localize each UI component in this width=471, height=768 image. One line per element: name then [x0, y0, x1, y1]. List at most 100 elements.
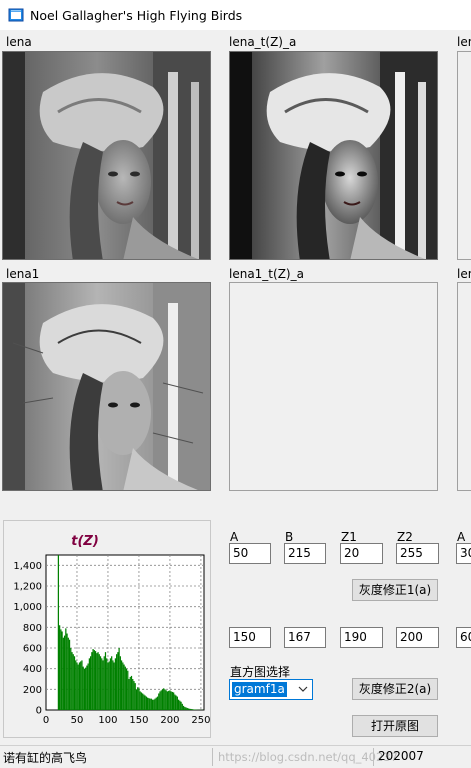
histogram-bar	[119, 656, 121, 710]
histogram-bar	[142, 693, 144, 710]
histogram-bar	[97, 652, 99, 710]
histogram-bar	[125, 668, 128, 710]
open-original-button[interactable]: 打开原图	[352, 715, 438, 737]
label-z1: Z1	[341, 530, 357, 544]
y-tick-label: 1,000	[13, 602, 42, 613]
y-tick-label: 0	[36, 706, 42, 717]
histogram-bar	[120, 660, 123, 710]
y-tick-label: 1,400	[13, 561, 42, 572]
status-watermark: https://blog.csdn.net/qq_40237	[218, 750, 398, 764]
histogram-bar	[63, 635, 66, 710]
lena1-image	[2, 282, 211, 491]
histogram-bar	[190, 708, 192, 710]
histogram-bar	[89, 656, 92, 710]
histogram-bar	[102, 660, 104, 710]
row2-input-5[interactable]: 60	[456, 627, 471, 648]
histogram-bar	[145, 696, 147, 710]
histogram-bar	[59, 625, 61, 710]
histogram-bar	[186, 707, 188, 710]
chevron-down-icon[interactable]	[298, 684, 308, 694]
histogram-bar	[124, 666, 126, 710]
lena1-t-label: lena1_t(Z)_a	[229, 267, 304, 281]
histogram-bar	[174, 694, 176, 710]
histogram-select[interactable]: gramf1a	[229, 679, 313, 700]
histogram-bar	[137, 687, 139, 710]
status-separator	[212, 748, 213, 766]
histogram-bar	[181, 703, 183, 710]
histogram-bar	[80, 661, 82, 710]
histogram-bar	[70, 648, 72, 710]
histogram-bar	[128, 679, 130, 710]
histogram-bar	[171, 691, 174, 710]
row2-input-2[interactable]: 167	[284, 627, 326, 648]
lena-label: lena	[6, 35, 32, 49]
histogram-bar	[111, 656, 113, 710]
histogram-bar	[82, 666, 84, 710]
y-tick-label: 600	[23, 644, 42, 655]
row2-input-4[interactable]: 200	[396, 627, 439, 648]
z1-input[interactable]: 20	[340, 543, 383, 564]
x-tick-label: 0	[43, 715, 49, 726]
histogram-bar	[67, 637, 69, 710]
histogram-bar	[164, 689, 166, 710]
histogram-bar	[103, 656, 105, 710]
right-mid-label: len	[457, 267, 471, 281]
histogram-bar	[169, 690, 171, 710]
histogram-bar	[144, 695, 146, 710]
y-tick-label: 200	[23, 685, 42, 696]
a-input[interactable]: 50	[229, 543, 271, 564]
a2-input[interactable]: 30	[456, 543, 471, 564]
histogram-bar	[132, 679, 134, 710]
histogram-bar	[163, 688, 165, 710]
histogram-bar	[150, 698, 152, 710]
histogram-bar	[165, 690, 167, 710]
title-bar: Noel Gallagher's High Flying Birds	[0, 0, 471, 30]
histogram-bar	[91, 652, 93, 710]
histogram-bar	[99, 656, 102, 710]
histogram-bar	[168, 690, 170, 710]
histogram-bar	[57, 555, 60, 710]
histogram-bar	[98, 654, 100, 710]
histogram-bar	[123, 664, 125, 710]
histogram-bar	[75, 660, 77, 710]
label-a: A	[230, 530, 239, 544]
row2-input-3[interactable]: 190	[340, 627, 383, 648]
x-tick-label: 150	[129, 715, 148, 726]
b-input[interactable]: 215	[284, 543, 326, 564]
histogram-bar	[192, 709, 195, 710]
histogram-bar	[86, 665, 88, 710]
histogram-chart-panel: t(Z) 0 200 400 600 800 1,000 1,200 1,400 0 50 100 15…	[3, 520, 211, 738]
lena-t-image	[229, 51, 438, 260]
histogram-bar	[88, 658, 90, 710]
x-tick-label: 100	[98, 715, 117, 726]
histogram-bar	[108, 661, 110, 710]
histogram-bar	[77, 664, 79, 710]
histogram-bar	[189, 708, 191, 710]
histogram-bar	[61, 631, 63, 710]
x-tick-label: 50	[71, 715, 84, 726]
lena-image	[2, 51, 211, 260]
histogram-bar	[60, 629, 62, 710]
histogram-bar	[160, 690, 162, 710]
histogram-bar	[113, 662, 115, 710]
gray-correct-2-button[interactable]: 灰度修正2(a)	[352, 678, 438, 700]
histogram-bar	[94, 651, 97, 710]
row2-input-1[interactable]: 150	[229, 627, 271, 648]
histogram-bar	[176, 696, 178, 710]
histogram-bar	[166, 691, 169, 710]
gray-correct-1-button[interactable]: 灰度修正1(a)	[352, 579, 438, 601]
z2-input[interactable]: 255	[396, 543, 439, 564]
histogram-bar	[138, 688, 140, 710]
histogram-bar	[134, 683, 136, 710]
histogram-bar	[156, 696, 159, 710]
histogram-select-value: gramf1a	[232, 682, 287, 697]
right-top-panel	[457, 51, 471, 260]
histogram-bar	[116, 654, 118, 710]
right-mid-panel	[457, 282, 471, 491]
y-tick-label: 1,200	[13, 582, 42, 593]
histogram-chart: t(Z) 0 200 400 600 800 1,000 1,200 1,400 0 50 100 15…	[13, 534, 210, 726]
histogram-bar	[159, 691, 161, 710]
right-top-label: len	[457, 35, 471, 49]
histogram-bar	[184, 706, 186, 710]
status-bar: 诺有缸的高飞鸟 https://blog.csdn.net/qq_40237 2…	[0, 745, 471, 768]
